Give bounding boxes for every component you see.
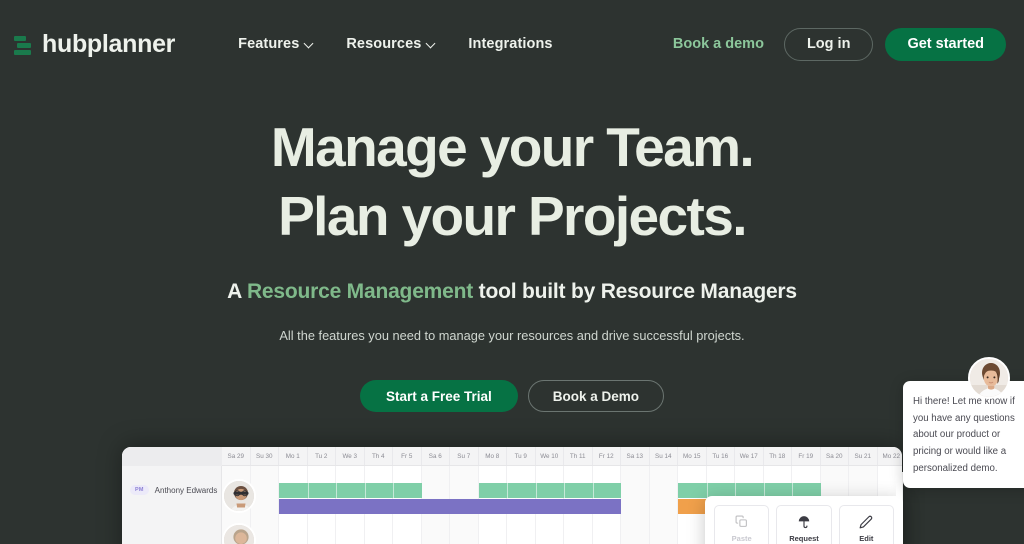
date-column-header: Th 18	[764, 447, 792, 465]
paste-allocation-button[interactable]: Paste Allocation	[714, 505, 770, 544]
scheduler-resource-sidebar: PM Anthony Edwards	[122, 447, 222, 544]
hero-cta-group: Start a Free Trial Book a Demo	[0, 380, 1024, 412]
nav-item-integrations[interactable]: Integrations	[468, 36, 552, 52]
start-free-trial-button[interactable]: Start a Free Trial	[359, 380, 518, 412]
scheduler-cell[interactable]	[250, 466, 279, 544]
allocation-action-panel: Paste Allocation Request Allocation Edit…	[705, 496, 903, 544]
pencil-icon	[859, 513, 873, 530]
resource-avatar-1	[222, 479, 256, 513]
date-column-header: Mo 15	[678, 447, 707, 465]
bar-segment-divider	[336, 483, 337, 498]
copy-paste-icon	[735, 513, 748, 530]
chat-agent-avatar	[968, 357, 1010, 399]
chat-message-text: Hi there! Let me know if you have any qu…	[913, 396, 1015, 474]
scheduler-cell[interactable]	[649, 466, 678, 544]
top-navigation-bar: hubplanner Features Resources Integratio…	[0, 0, 1024, 88]
get-started-button[interactable]: Get started	[885, 27, 1006, 61]
hubplanner-bars-logo-icon	[14, 35, 34, 55]
bar-segment-divider	[393, 483, 394, 498]
chevron-down-icon	[305, 39, 314, 48]
nav-item-features[interactable]: Features	[238, 36, 314, 52]
chat-message-bubble: Hi there! Let me know if you have any qu…	[903, 381, 1024, 489]
nav-item-book-a-demo[interactable]: Book a demo	[673, 36, 764, 52]
date-column-header: Mo 8	[479, 447, 507, 465]
date-column-header: We 3	[336, 447, 365, 465]
resource-row-1[interactable]: PM Anthony Edwards	[130, 485, 217, 495]
chat-panel-edge	[896, 472, 903, 516]
bar-segment-divider	[535, 483, 537, 498]
page-title: Manage your Team. Plan your Projects.	[0, 120, 1024, 244]
resource-name: Anthony Edwards	[154, 485, 218, 495]
date-column-header: Su 14	[650, 447, 678, 465]
scheduler-date-header: Sa 29 Su 30 Mo 1 Tu 2 We 3 Th 4 Fr 5 Sa 6 Su 7 Mo…	[222, 447, 902, 466]
request-allocation-label: Request	[789, 534, 819, 543]
date-column-header: Mo 22	[878, 447, 903, 465]
allocation-bar-green-1[interactable]	[279, 483, 422, 498]
date-column-header: Th 11	[564, 447, 593, 465]
date-column-header: Fr 19	[792, 447, 821, 465]
date-column-header: We 10	[536, 447, 564, 465]
request-allocation-button[interactable]: Request Allocation	[776, 505, 832, 544]
date-column-header: Tu 9	[507, 447, 536, 465]
landing-page: hubplanner Features Resources Integratio…	[0, 0, 1024, 544]
date-column-header: We 17	[735, 447, 764, 465]
secondary-nav-actions: Book a demo Log in Get started	[635, 27, 1006, 61]
hero-title-line-1: Manage your Team.	[270, 116, 755, 178]
date-column-header: Su 7	[450, 447, 479, 465]
nav-item-resources-label: Resources	[346, 36, 422, 52]
nav-item-integrations-label: Integrations	[468, 36, 553, 52]
hero-subtitle-post: tool built by Resource Managers	[473, 280, 797, 303]
resource-role-badge: PM	[130, 485, 149, 495]
date-column-header: Sa 13	[621, 447, 650, 465]
bar-segment-divider	[307, 483, 309, 498]
scheduler-sidebar-header	[122, 447, 222, 466]
bar-segment-divider	[564, 483, 565, 498]
hero-subtitle-pre: A	[227, 280, 247, 303]
hero-subtitle-highlight: Resource Management	[246, 280, 474, 303]
allocation-bar-green-2[interactable]	[478, 483, 621, 498]
brand-name: hubplanner	[42, 29, 176, 58]
hero-title-line-2: Plan your Projects.	[278, 185, 747, 247]
date-column-header: Mo 1	[279, 447, 308, 465]
brand-logo[interactable]: hubplanner	[14, 30, 175, 59]
chat-launcher[interactable]	[925, 480, 1024, 544]
date-column-header: Fr 5	[393, 447, 422, 465]
nav-item-resources[interactable]: Resources	[346, 36, 436, 52]
primary-nav-links: Features Resources Integrations	[238, 36, 553, 52]
allocation-bar-purple[interactable]	[279, 499, 621, 514]
date-column-header: Su 21	[849, 447, 878, 465]
hero-subtitle: A Resource Management tool built by Reso…	[0, 280, 1024, 304]
bar-segment-divider	[592, 483, 594, 498]
date-column-header: Tu 2	[308, 447, 336, 465]
paste-allocation-label: Paste	[731, 534, 752, 543]
date-column-header: Fr 12	[593, 447, 621, 465]
date-column-header: Su 30	[251, 447, 279, 465]
date-column-header: Tu 16	[707, 447, 735, 465]
scheduler-cell[interactable]	[621, 466, 650, 544]
umbrella-icon	[797, 513, 811, 530]
hero-description: All the features you need to manage your…	[279, 328, 745, 343]
bar-segment-divider	[507, 483, 508, 498]
date-column-header: Th 4	[365, 447, 393, 465]
book-a-demo-button[interactable]: Book a Demo	[527, 380, 665, 412]
hero-section: Manage your Team. Plan your Projects. A …	[0, 120, 1024, 412]
bar-segment-divider	[706, 483, 708, 498]
chevron-down-icon	[427, 39, 436, 48]
bar-segment-divider	[364, 483, 366, 498]
login-button[interactable]: Log in	[783, 27, 874, 61]
edit-allocation-button[interactable]: Edit Allocation	[838, 505, 894, 544]
date-column-header: Sa 6	[422, 447, 450, 465]
edit-allocation-label: Edit	[859, 534, 874, 543]
date-column-header: Sa 20	[821, 447, 849, 465]
nav-item-features-label: Features	[238, 36, 300, 52]
date-column-header: Sa 29	[222, 447, 251, 465]
